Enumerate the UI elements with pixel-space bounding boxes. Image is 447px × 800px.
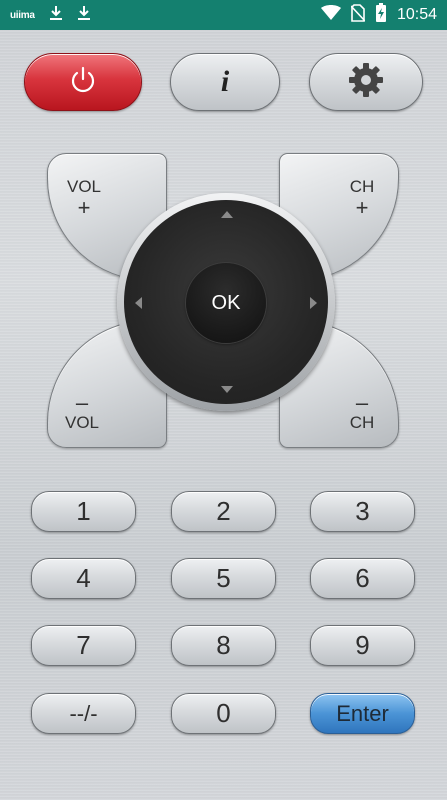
key-6-button[interactable]: 6 bbox=[310, 558, 415, 599]
key-0-label: 0 bbox=[216, 698, 231, 728]
key-4-label: 4 bbox=[76, 563, 91, 593]
ok-label: OK bbox=[211, 291, 241, 314]
power-icon bbox=[68, 65, 98, 100]
dash-button[interactable]: --/- bbox=[31, 693, 136, 734]
key-7-button[interactable]: 7 bbox=[31, 625, 136, 666]
key-5-button[interactable]: 5 bbox=[171, 558, 276, 599]
info-label: i bbox=[220, 65, 230, 98]
key-0-button[interactable]: 0 bbox=[171, 693, 276, 734]
dpad-right-arrow-icon[interactable] bbox=[310, 297, 317, 309]
power-button[interactable] bbox=[24, 53, 142, 111]
dpad-left-arrow-icon[interactable] bbox=[135, 297, 142, 309]
key-9-button[interactable]: 9 bbox=[310, 625, 415, 666]
battery-charging-icon bbox=[375, 2, 387, 28]
volume-up-plus: + bbox=[77, 194, 91, 220]
key-2-button[interactable]: 2 bbox=[171, 491, 276, 532]
info-button[interactable]: i bbox=[170, 53, 280, 111]
carrier-label: uiima bbox=[10, 9, 35, 21]
clock: 10:54 bbox=[396, 6, 437, 23]
key-1-label: 1 bbox=[76, 496, 91, 526]
volume-down-label: VOL bbox=[64, 413, 100, 433]
download-icon bbox=[49, 5, 63, 26]
volume-down-minus: – bbox=[75, 390, 89, 415]
wifi-icon bbox=[320, 4, 341, 26]
key-3-button[interactable]: 3 bbox=[310, 491, 415, 532]
key-5-label: 5 bbox=[216, 563, 231, 593]
channel-up-plus: + bbox=[355, 194, 369, 220]
download-icon bbox=[77, 5, 91, 26]
key-8-button[interactable]: 8 bbox=[171, 625, 276, 666]
dpad-down-arrow-icon[interactable] bbox=[221, 386, 233, 393]
key-6-label: 6 bbox=[355, 563, 370, 593]
volume-up-label: VOL bbox=[66, 177, 102, 196]
no-sim-icon bbox=[350, 3, 366, 27]
key-8-label: 8 bbox=[216, 630, 231, 660]
channel-down-minus: – bbox=[355, 390, 369, 415]
key-7-label: 7 bbox=[76, 630, 91, 660]
gear-icon bbox=[347, 61, 385, 104]
key-1-button[interactable]: 1 bbox=[31, 491, 136, 532]
key-4-button[interactable]: 4 bbox=[31, 558, 136, 599]
settings-button[interactable] bbox=[309, 53, 423, 111]
key-2-label: 2 bbox=[216, 496, 231, 526]
dpad-up-arrow-icon[interactable] bbox=[221, 211, 233, 218]
enter-label: Enter bbox=[336, 700, 389, 726]
status-bar: uiima 10:54 bbox=[0, 0, 447, 30]
enter-button[interactable]: Enter bbox=[310, 693, 415, 734]
dash-label: --/- bbox=[69, 700, 98, 726]
channel-down-label: CH bbox=[349, 413, 375, 433]
channel-up-label: CH bbox=[349, 177, 375, 196]
key-9-label: 9 bbox=[355, 630, 370, 660]
key-3-label: 3 bbox=[355, 496, 370, 526]
ok-button[interactable]: OK bbox=[186, 263, 266, 343]
